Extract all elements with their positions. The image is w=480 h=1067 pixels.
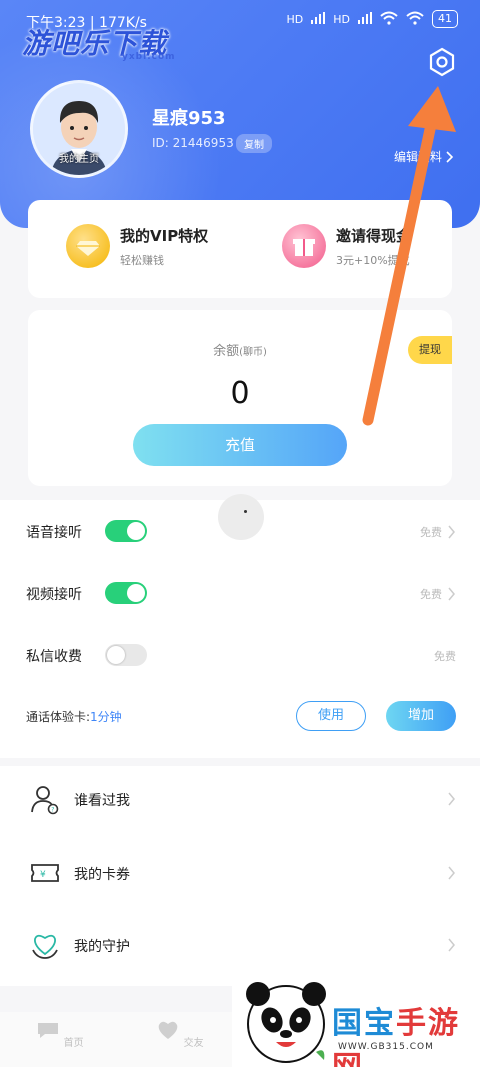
tab-home[interactable]: 首页 [30,1020,90,1049]
voice-price[interactable]: 免费 [420,524,456,540]
edit-profile-label: 编辑资料 [393,150,442,164]
guard-heart-icon [32,934,58,959]
message-charge-label: 私信收费 [26,649,82,665]
setting-row-video: 视频接听 免费 [0,574,480,614]
vip-title: 我的VIP特权 [120,226,209,245]
voice-price-label: 免费 [420,526,442,539]
chevron-right-icon [448,866,455,880]
video-answer-label: 视频接听 [26,587,82,603]
gift-icon [282,224,326,268]
balance-label: 余额(聊币) [28,340,452,359]
watermark-top: 游吧乐下载 yxbl.com [22,22,175,62]
watermark-bottom-title-1: 国宝 [332,1006,396,1041]
wifi-icon [380,11,398,28]
visitor-icon: ? [31,786,59,815]
network-hd-2: HD [333,12,350,26]
status-icons: HD HD 41 [286,10,458,28]
username: 星痕953 [152,108,226,129]
coupon-icon: ¥ [31,864,59,882]
wifi-icon-2 [406,11,424,28]
tab-friends-label: 交友 [183,1038,204,1049]
profile-header: 下午3:23 | 177K/s HD HD 41 游吧乐下载 yxbl.com [0,0,480,228]
menu-item-coupons[interactable]: ¥ 我的卡券 [0,844,480,900]
copy-id-button[interactable]: 复制 [236,134,272,153]
video-price-label: 免费 [420,588,442,601]
vip-subtitle: 轻松赚钱 [120,253,164,267]
voice-answer-toggle[interactable] [105,520,147,542]
battery-indicator: 41 [432,10,458,28]
menu-list: ? 谁看过我 ¥ 我的卡券 我的守护 [0,766,480,986]
chevron-right-icon [446,150,454,163]
user-id: ID: 21446953 [152,136,234,150]
balance-label-text: 余额 [213,344,240,359]
avatar[interactable]: 我的主页 [30,80,128,178]
network-hd-1: HD [286,12,304,26]
watermark-bottom-title: 国宝手游网 [332,998,480,1067]
voice-answer-label: 语音接听 [26,525,82,541]
chevron-right-icon [448,525,455,539]
invite-title: 邀请得现金 [336,226,412,245]
tab-home-label: 首页 [63,1038,84,1049]
trial-card-prefix: 通话体验卡: [26,710,91,724]
recharge-button[interactable]: 充值 [133,424,347,466]
home-chat-icon [38,1023,59,1038]
watermark-bottom-url: WWW.GB315.COM [338,1042,434,1052]
invite-cash-item[interactable]: 邀请得现金 3元+10%提成 [282,224,411,268]
use-trial-button[interactable]: 使用 [296,701,366,731]
edit-profile-link[interactable]: 编辑资料 [394,148,454,165]
svg-text:?: ? [51,807,54,814]
menu-guard-label: 我的守护 [74,939,130,955]
avatar-home-label: 我的主页 [59,154,99,165]
add-trial-button[interactable]: 增加 [386,701,456,731]
settings-gear-icon[interactable] [424,44,460,80]
invite-subtitle: 3元+10%提成 [336,253,410,267]
video-price[interactable]: 免费 [420,586,456,602]
menu-coupons-label: 我的卡券 [74,867,130,883]
withdraw-button[interactable]: 提现 [408,336,452,364]
message-price: 免费 [434,648,456,664]
diamond-icon [66,224,110,268]
setting-row-message: 私信收费 免费 [0,636,480,676]
vip-privilege-item[interactable]: 我的VIP特权 轻松赚钱 [66,224,208,268]
message-charge-toggle[interactable] [105,644,147,666]
watermark-bottom: 国宝手游网 WWW.GB315.COM [232,972,480,1067]
signal-icon [311,11,326,27]
menu-item-visitors[interactable]: ? 谁看过我 [0,770,480,826]
loading-indicator [218,494,264,540]
balance-value: 0 [230,376,250,411]
heart-icon [159,1021,178,1039]
chevron-right-icon [448,587,455,601]
menu-visitors-label: 谁看过我 [74,793,130,809]
chevron-right-icon [448,792,455,806]
balance-unit: (聊币) [239,347,267,358]
chevron-right-icon [448,938,455,952]
trial-card-value: 1分钟 [90,710,122,724]
svg-text:¥: ¥ [40,870,46,880]
tab-friends[interactable]: 交友 [150,1020,210,1049]
message-price-label: 免费 [434,650,456,663]
trial-card-label: 通话体验卡:1分钟 [26,708,122,725]
vip-card: 我的VIP特权 轻松赚钱 邀请得现金 3元+10%提成 [28,200,452,298]
video-answer-toggle[interactable] [105,582,147,604]
menu-item-guard[interactable]: 我的守护 [0,916,480,972]
watermark-top-sub: yxbl.com [122,52,176,62]
panda-logo-icon [246,982,326,1063]
balance-card: 余额(聊币) 0 提现 充值 [28,310,452,486]
signal-icon-2 [358,11,372,27]
